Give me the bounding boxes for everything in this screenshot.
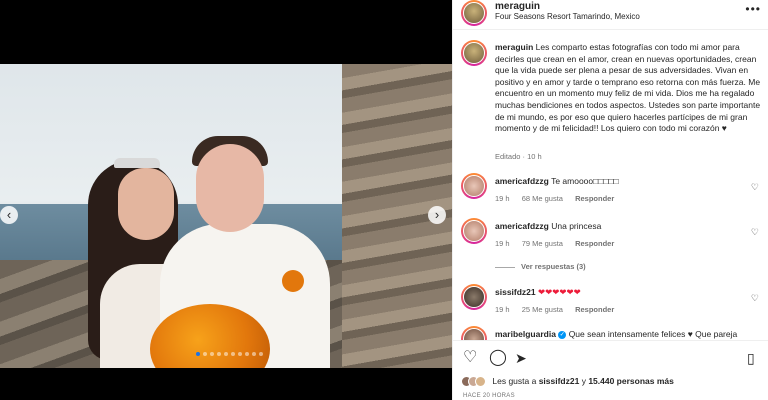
edited-label: Editado · 10 h	[495, 152, 542, 161]
carousel-dot	[224, 352, 228, 356]
post-timestamp: HACE 20 HORAS	[463, 393, 515, 399]
carousel-next-button[interactable]: ›	[428, 206, 446, 224]
comment-likes[interactable]: 25 Me gusta	[522, 305, 563, 314]
carousel-dot	[259, 352, 263, 356]
comment-username[interactable]: americafdzzg	[495, 176, 549, 186]
carousel-dots	[196, 352, 263, 356]
comment-avatar[interactable]	[461, 218, 487, 244]
likes-summary: Les gusta a sissifdz21 y 15.440 personas…	[461, 376, 761, 388]
caption-avatar[interactable]	[461, 40, 487, 66]
post-photo[interactable]	[0, 64, 452, 368]
bookmark-icon[interactable]: ▯	[747, 349, 755, 367]
comment-time: 19 h	[495, 194, 510, 203]
comment-text: Una princesa	[551, 221, 602, 231]
view-replies-label[interactable]: Ver respuestas (3)	[521, 262, 586, 271]
liker-avatar	[475, 376, 486, 388]
comment-like-heart-icon[interactable]: ♡	[751, 293, 759, 304]
comment-likes[interactable]: 68 Me gusta	[522, 194, 563, 203]
photo-bride-face	[118, 168, 174, 240]
comment-meta: 19 h 25 Me gusta Responder	[495, 305, 624, 314]
comment-line: maribelguardia ✓ Que sean intensamente f…	[495, 329, 737, 339]
heart-icon[interactable]: ♡	[463, 349, 477, 367]
comment-username[interactable]: americafdzzg	[495, 221, 549, 231]
comment-item: americafdzzg Te amoooo□□□□□ 19 h 68 Me g…	[461, 173, 761, 211]
photo-groom-face	[196, 144, 264, 232]
comment-username[interactable]: maribelguardia	[495, 329, 556, 339]
carousel-dot	[203, 352, 207, 356]
reply-button[interactable]: Responder	[575, 239, 614, 248]
carousel-dot	[238, 352, 242, 356]
author-username[interactable]: meraguin	[495, 1, 540, 12]
comment-line: americafdzzg Te amoooo□□□□□	[495, 176, 619, 186]
comment-text: Que sean intensamente felices ♥ Que pare…	[568, 329, 738, 339]
comment-item: americafdzzg Una princesa 19 h 79 Me gus…	[461, 218, 761, 256]
post-details-panel: meraguin Four Seasons Resort Tamarindo, …	[452, 0, 768, 400]
comment-text: ❤❤❤❤❤❤	[538, 287, 581, 297]
comment-avatar[interactable]	[461, 173, 487, 199]
post-media: ‹ ›	[0, 0, 452, 400]
likes-middle: y	[579, 376, 589, 386]
caption-username[interactable]: meraguin	[495, 42, 533, 52]
carousel-dot	[231, 352, 235, 356]
comment-avatar[interactable]	[461, 284, 487, 310]
carousel-prev-button[interactable]: ‹	[0, 206, 18, 224]
carousel-dot	[217, 352, 221, 356]
comment-text: Te amoooo□□□□□	[551, 176, 619, 186]
carousel-dot	[252, 352, 256, 356]
reply-button[interactable]: Responder	[575, 194, 614, 203]
comment-icon[interactable]: ◯	[489, 349, 507, 367]
paper-plane-icon[interactable]: ➤	[515, 349, 527, 367]
post-header: meraguin Four Seasons Resort Tamarindo, …	[453, 0, 768, 30]
comment-meta: 19 h 79 Me gusta Responder	[495, 239, 624, 248]
photo-boutonniere	[282, 270, 304, 292]
likes-prefix: Les gusta a	[492, 376, 539, 386]
comment-like-heart-icon[interactable]: ♡	[751, 182, 759, 193]
comment-username[interactable]: sissifdz21	[495, 287, 536, 297]
comment-time: 19 h	[495, 239, 510, 248]
reply-button[interactable]: Responder	[575, 305, 614, 314]
carousel-dot	[196, 352, 200, 356]
verified-badge-icon: ✓	[558, 330, 567, 339]
caption-text: meraguin Les comparto estas fotografías …	[495, 42, 763, 135]
comment-item: sissifdz21 ❤❤❤❤❤❤ 19 h 25 Me gusta Respo…	[461, 284, 761, 322]
caption-body: Les comparto estas fotografías con todo …	[495, 42, 761, 134]
more-options-icon[interactable]: •••	[745, 2, 761, 16]
replies-divider	[495, 266, 515, 268]
comment-meta: 19 h 68 Me gusta Responder	[495, 194, 624, 203]
author-avatar[interactable]	[461, 0, 487, 26]
post-location[interactable]: Four Seasons Resort Tamarindo, Mexico	[495, 12, 640, 21]
likes-user[interactable]: sissifdz21	[539, 376, 580, 386]
comment-like-heart-icon[interactable]: ♡	[751, 227, 759, 238]
carousel-dot	[210, 352, 214, 356]
photo-tiara	[114, 158, 160, 168]
view-replies-button[interactable]: Ver respuestas (3)	[495, 262, 586, 271]
comment-likes[interactable]: 79 Me gusta	[522, 239, 563, 248]
likes-count[interactable]: 15.440 personas más	[588, 376, 674, 386]
comment-line: sissifdz21 ❤❤❤❤❤❤	[495, 287, 581, 298]
comment-line: americafdzzg Una princesa	[495, 221, 601, 231]
carousel-dot	[245, 352, 249, 356]
post-actions-bar: ♡ ◯ ➤ ▯	[453, 340, 768, 376]
comment-time: 19 h	[495, 305, 510, 314]
